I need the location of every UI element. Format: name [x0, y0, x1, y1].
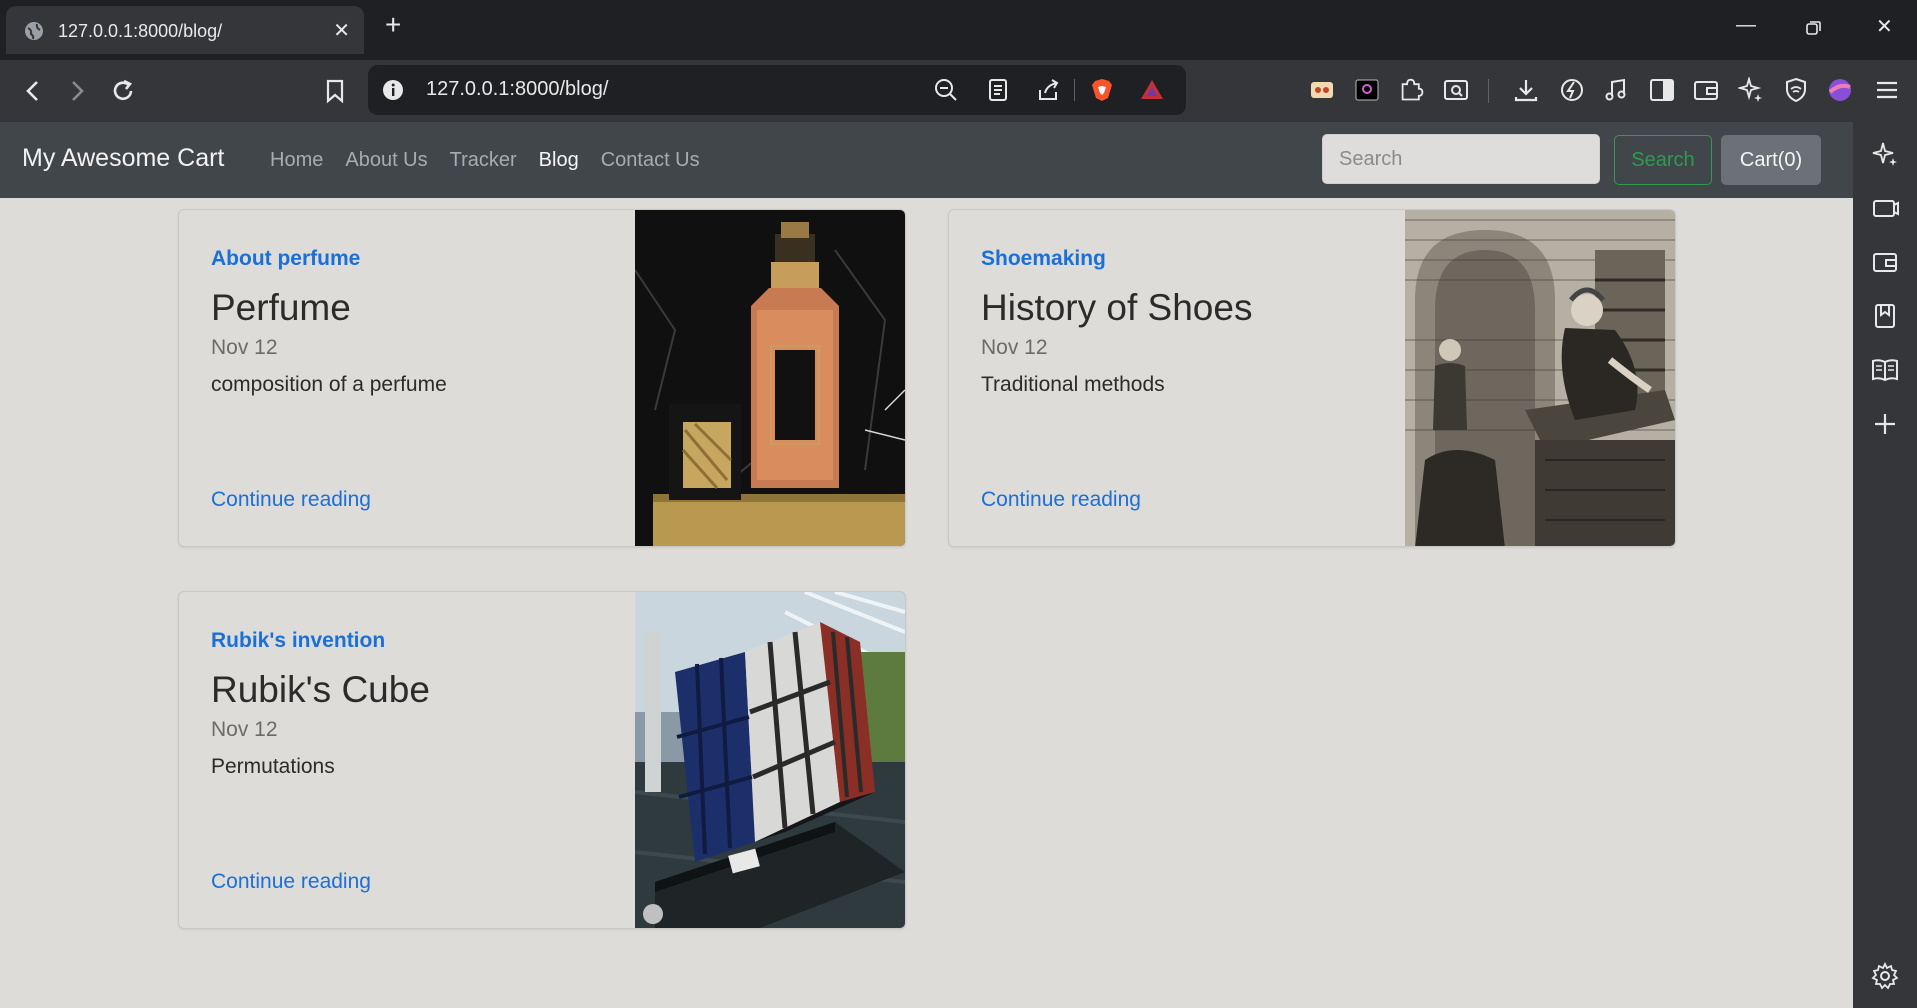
nav-links: Home About Us Tracker Blog Contact Us [270, 149, 700, 172]
brave-rewards-icon[interactable] [1140, 78, 1164, 102]
blog-post-card: About perfume Perfume Nov 12 composition… [178, 209, 906, 547]
add-panel-icon[interactable] [1871, 410, 1899, 438]
speedreader-icon[interactable] [1558, 76, 1586, 104]
divider [1074, 79, 1075, 101]
new-tab-button[interactable]: + [385, 11, 401, 39]
restore-icon[interactable] [1806, 20, 1822, 36]
forward-arrow-icon [72, 81, 84, 101]
post-description: Permutations [211, 755, 335, 778]
sidebar-toggle-icon[interactable] [1648, 76, 1676, 104]
continue-reading-link[interactable]: Continue reading [211, 488, 371, 512]
back-button[interactable] [16, 74, 50, 108]
extension-fox-icon[interactable] [1308, 76, 1336, 104]
brave-shields-icon[interactable] [1090, 78, 1114, 102]
search-button[interactable]: Search [1614, 135, 1712, 185]
tab-title: 127.0.0.1:8000/blog/ [58, 21, 223, 41]
wallet-icon[interactable] [1692, 76, 1720, 104]
extension-terminal-icon[interactable] [1353, 76, 1381, 104]
bookmark-icon [326, 79, 344, 104]
blog-post-card: Rubik's invention Rubik's Cube Nov 12 Pe… [178, 591, 906, 929]
nav-link-contact[interactable]: Contact Us [601, 149, 700, 172]
reload-icon [113, 79, 133, 100]
post-date: Nov 12 [211, 336, 278, 359]
downloads-icon[interactable] [1512, 76, 1540, 104]
main-menu-icon[interactable] [1873, 76, 1901, 104]
reading-list-icon[interactable] [1871, 356, 1899, 384]
nav-link-home[interactable]: Home [270, 149, 323, 172]
minimize-icon[interactable]: — [1736, 14, 1756, 37]
forward-button[interactable] [60, 74, 94, 108]
perfume-bottle-image [635, 210, 905, 546]
profile-avatar-icon[interactable] [1826, 76, 1854, 104]
leo-ai-icon[interactable] [1737, 76, 1765, 104]
bookmark-button[interactable] [318, 74, 352, 108]
screen-search-icon[interactable] [1442, 76, 1470, 104]
site-info-icon[interactable] [382, 79, 404, 101]
post-category: Shoemaking [981, 247, 1106, 270]
blog-post-card: Shoemaking History of Shoes Nov 12 Tradi… [948, 209, 1676, 547]
leo-sparkle-icon[interactable] [1871, 140, 1899, 168]
post-category: Rubik's invention [211, 629, 386, 652]
site-brand[interactable]: My Awesome Cart [22, 144, 224, 173]
browser-tab[interactable]: 127.0.0.1:8000/blog/ ✕ [6, 6, 364, 54]
bookmarks-panel-icon[interactable] [1871, 302, 1899, 330]
music-icon[interactable] [1602, 76, 1630, 104]
reader-mode-icon[interactable] [986, 78, 1010, 102]
toolbar-divider [1488, 79, 1489, 103]
web-page: My Awesome Cart Home About Us Tracker Bl… [0, 122, 1853, 1008]
zoom-out-icon[interactable] [934, 78, 958, 102]
site-navbar: My Awesome Cart Home About Us Tracker Bl… [0, 122, 1853, 198]
browser-tab-strip: 127.0.0.1:8000/blog/ ✕ + — ✕ [0, 0, 1917, 60]
address-bar[interactable]: 127.0.0.1:8000/blog/ [368, 65, 1186, 115]
playlist-icon[interactable] [1871, 194, 1899, 222]
post-title: Rubik's Cube [211, 669, 430, 710]
nav-link-blog[interactable]: Blog [539, 149, 579, 172]
rubiks-cube-sculpture-image [635, 592, 905, 928]
nav-link-tracker[interactable]: Tracker [450, 149, 517, 172]
share-icon[interactable] [1036, 78, 1060, 102]
shoemaker-engraving-image [1405, 210, 1675, 546]
post-category: About perfume [211, 247, 361, 270]
globe-icon [25, 22, 43, 40]
post-title: History of Shoes [981, 287, 1253, 328]
continue-reading-link[interactable]: Continue reading [211, 870, 371, 894]
continue-reading-link[interactable]: Continue reading [981, 488, 1141, 512]
tab-close-icon[interactable]: ✕ [333, 18, 350, 43]
vpn-shield-icon[interactable] [1782, 76, 1810, 104]
post-description: composition of a perfume [211, 373, 447, 396]
post-description: Traditional methods [981, 373, 1165, 396]
wallet-panel-icon[interactable] [1871, 248, 1899, 276]
browser-side-panel [1853, 122, 1917, 1008]
post-date: Nov 12 [981, 336, 1048, 359]
extensions-puzzle-icon[interactable] [1398, 76, 1426, 104]
browser-toolbar: 127.0.0.1:8000/blog/ [0, 60, 1917, 122]
search-input[interactable] [1322, 134, 1600, 184]
reload-button[interactable] [106, 74, 140, 108]
close-window-icon[interactable]: ✕ [1876, 14, 1893, 39]
nav-link-about[interactable]: About Us [345, 149, 427, 172]
post-date: Nov 12 [211, 718, 278, 741]
post-title: Perfume [211, 287, 351, 328]
back-arrow-icon [26, 81, 38, 101]
settings-gear-icon[interactable] [1871, 962, 1899, 990]
url-text[interactable]: 127.0.0.1:8000/blog/ [426, 78, 608, 101]
cart-button[interactable]: Cart(0) [1721, 135, 1821, 185]
